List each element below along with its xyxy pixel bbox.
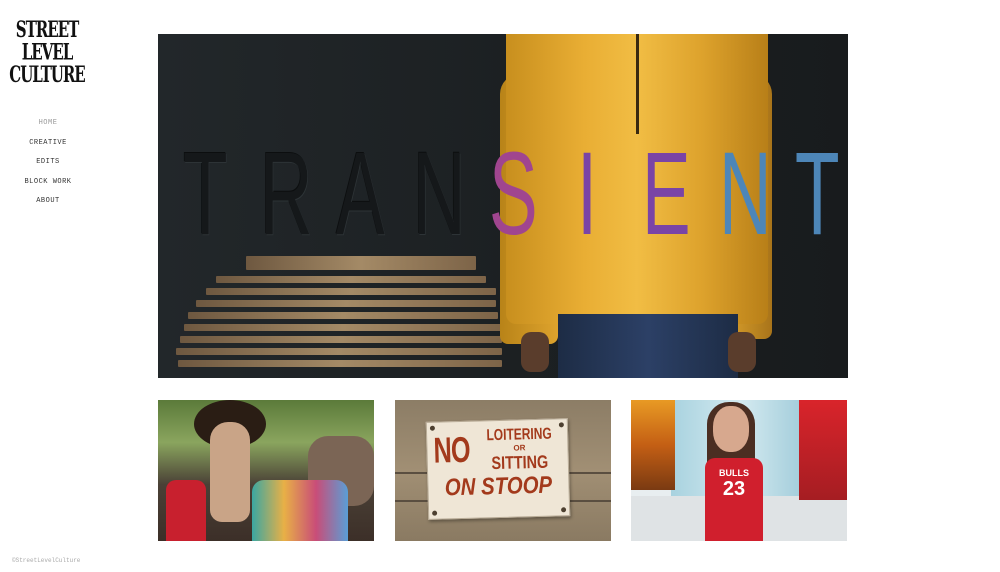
jeans [558, 314, 738, 378]
hero-title: T R A N S I E N T [170, 134, 848, 254]
thumb-protest-hand[interactable] [158, 400, 374, 541]
hero-letter: R [259, 128, 313, 260]
sign-line2: SITTING [491, 451, 549, 474]
nav-item-home[interactable]: HOME [0, 116, 96, 136]
hero-letter: S [488, 128, 538, 260]
nav-item-creative[interactable]: CREATIVE [0, 136, 96, 156]
nav-item-about[interactable]: ABOUT [0, 194, 96, 214]
copyright-text: ©StreetLevelCulture [12, 557, 81, 564]
hero-letter: I [576, 128, 597, 260]
nav-item-block-work[interactable]: BLOCK WORK [0, 175, 96, 195]
logo-text: STREET LEVEL CULTURE [9, 15, 85, 88]
sign-line3: ON STOOP [444, 471, 553, 502]
cardboard-stack [176, 256, 506, 378]
thumb-no-loitering-sign[interactable]: NO LOITERING OR SITTING ON STOOP [395, 400, 611, 541]
hero-letter: T [794, 128, 840, 260]
hero-letter: N [412, 128, 466, 260]
bulls-jersey: BULLS 23 [705, 458, 763, 541]
sign-no: NO [432, 428, 471, 471]
raised-hand [210, 422, 250, 522]
jersey-number: 23 [722, 478, 746, 500]
hero-letter: E [641, 128, 691, 260]
site-logo[interactable]: STREET LEVEL CULTURE [9, 12, 85, 92]
nav-item-edits[interactable]: EDITS [0, 155, 96, 175]
hand-right [728, 332, 756, 372]
hand-left [521, 332, 549, 372]
main-nav: HOME CREATIVE EDITS BLOCK WORK ABOUT [0, 116, 96, 214]
jersey-text: BULLS [719, 468, 749, 478]
hero-image[interactable]: T R A N S I E N T [158, 34, 848, 378]
hero-letter: T [182, 128, 228, 260]
sign-line1: LOITERING [486, 425, 552, 445]
thumb-bulls-jersey[interactable]: BULLS 23 [631, 400, 847, 541]
sidebar: STREET LEVEL CULTURE HOME CREATIVE EDITS… [0, 0, 96, 572]
jacket-zipper [636, 34, 639, 134]
no-loitering-sign: NO LOITERING OR SITTING ON STOOP [425, 418, 571, 520]
hero-letter: A [335, 128, 385, 260]
hero-letter: N [718, 128, 772, 260]
